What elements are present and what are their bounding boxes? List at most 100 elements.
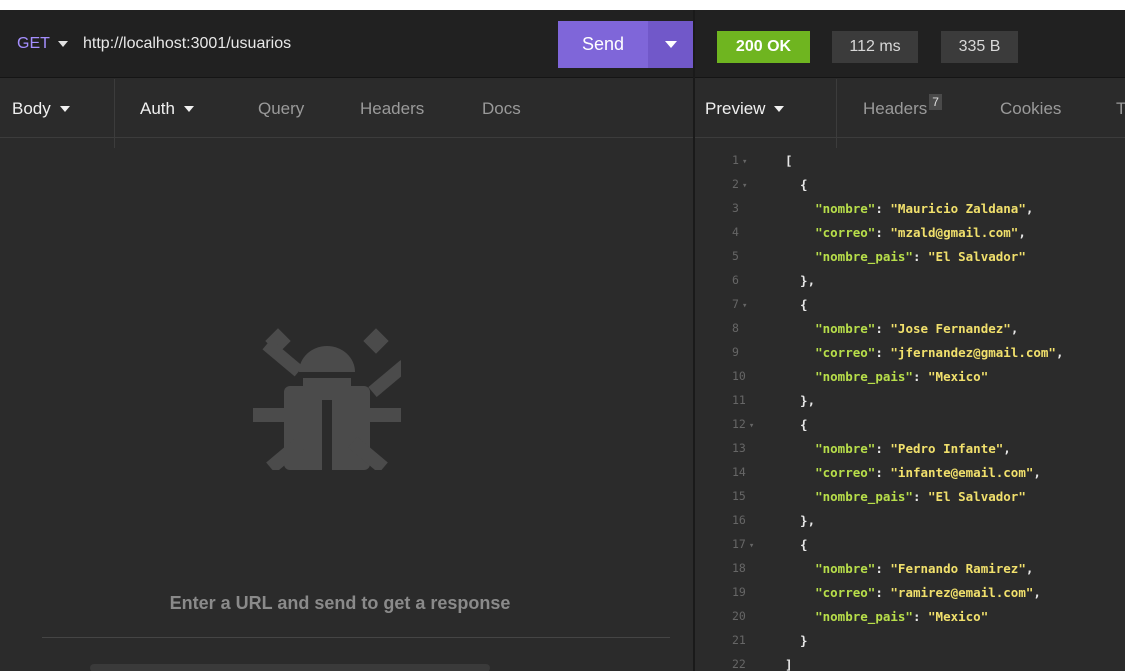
method-dropdown[interactable]: GET xyxy=(17,31,68,57)
line-number: 20 xyxy=(732,609,746,623)
line-number: 3 xyxy=(732,201,739,215)
code-line: 2 ▾ { xyxy=(695,172,1125,196)
line-number: 9 xyxy=(732,345,739,359)
send-button[interactable]: Send xyxy=(558,21,648,68)
fold-toggle-icon[interactable]: ▾ xyxy=(742,157,747,167)
tab-docs[interactable]: Docs xyxy=(482,79,521,138)
bug-icon xyxy=(253,328,401,470)
code-line: 4 "correo": "mzald@gmail.com", xyxy=(695,220,1125,244)
line-number: 5 xyxy=(732,249,739,263)
line-number: 14 xyxy=(732,465,746,479)
line-number: 6 xyxy=(732,273,739,287)
code-line: 14 "correo": "infante@email.com", xyxy=(695,460,1125,484)
tab-query[interactable]: Query xyxy=(258,79,304,138)
tab-preview[interactable]: Preview xyxy=(705,79,785,138)
code-content: "nombre_pais": "Mexico" xyxy=(815,608,989,624)
json-string-value: "Pedro Infante" xyxy=(890,440,1004,456)
line-number: 11 xyxy=(732,393,746,407)
json-key: "nombre" xyxy=(815,200,876,216)
fold-toggle-icon[interactable]: ▾ xyxy=(742,301,747,311)
code-content: }, xyxy=(785,392,816,408)
json-key: "correo" xyxy=(815,224,876,240)
line-number: 18 xyxy=(732,561,746,575)
code-line: 15 "nombre_pais": "El Salvador" xyxy=(695,484,1125,508)
code-content: }, xyxy=(785,272,816,288)
tab-auth[interactable]: Auth xyxy=(140,79,194,138)
code-line: 7 ▾ { xyxy=(695,292,1125,316)
tab-response-headers[interactable]: Headers 7 xyxy=(863,79,942,138)
json-string-value: "El Salvador" xyxy=(928,488,1026,504)
tab-headers-label: Headers xyxy=(863,98,928,118)
code-line: 8 "nombre": "Jose Fernandez", xyxy=(695,316,1125,340)
response-time-badge: 112 ms xyxy=(832,31,918,63)
code-content: "nombre_pais": "El Salvador" xyxy=(815,248,1026,264)
json-string-value: "Mexico" xyxy=(928,608,989,624)
json-key: "nombre_pais" xyxy=(815,248,913,264)
tab-headers[interactable]: Headers xyxy=(360,79,424,138)
code-line: 13 "nombre": "Pedro Infante", xyxy=(695,436,1125,460)
json-key: "correo" xyxy=(815,344,876,360)
code-content: ] xyxy=(785,656,793,671)
caret-down-icon xyxy=(59,105,70,112)
code-content: }, xyxy=(785,512,816,528)
caret-down-icon xyxy=(774,105,785,112)
code-content: } xyxy=(785,632,808,648)
tab-auth-label: Auth xyxy=(140,98,175,118)
code-content: { xyxy=(785,536,808,552)
line-number: 12 ▾ xyxy=(732,417,755,431)
fold-toggle-icon[interactable]: ▾ xyxy=(742,181,747,191)
json-string-value: "jfernandez@gmail.com" xyxy=(890,344,1056,360)
json-key: "nombre_pais" xyxy=(815,608,913,624)
json-string-value: "infante@email.com" xyxy=(890,464,1034,480)
tab-cookies[interactable]: Cookies xyxy=(1000,79,1061,138)
code-content: "nombre": "Pedro Infante", xyxy=(815,440,1011,456)
caret-down-icon xyxy=(57,41,68,47)
code-line: 11 }, xyxy=(695,388,1125,412)
json-key: "nombre_pais" xyxy=(815,488,913,504)
status-badge: 200 OK xyxy=(717,31,810,63)
faded-text-line xyxy=(90,664,490,671)
json-key: "nombre" xyxy=(815,320,876,336)
tab-divider xyxy=(836,79,837,148)
line-number: 8 xyxy=(732,321,739,335)
code-content: "nombre": "Mauricio Zaldana", xyxy=(815,200,1034,216)
send-options-button[interactable] xyxy=(648,21,693,68)
fold-toggle-icon[interactable]: ▾ xyxy=(749,541,754,551)
method-label: GET xyxy=(17,35,50,52)
code-line: 20 "nombre_pais": "Mexico" xyxy=(695,604,1125,628)
response-pane: 200 OK 112 ms 335 B Preview Headers 7 Coo… xyxy=(695,10,1125,671)
code-content: "correo": "infante@email.com", xyxy=(815,464,1041,480)
line-number: 1 ▾ xyxy=(732,153,748,167)
json-key: "nombre" xyxy=(815,560,876,576)
code-content: { xyxy=(785,296,808,312)
line-number: 7 ▾ xyxy=(732,297,748,311)
response-status-bar: 200 OK 112 ms 335 B xyxy=(695,10,1125,78)
code-content: "nombre": "Jose Fernandez", xyxy=(815,320,1019,336)
response-size-badge: 335 B xyxy=(941,31,1018,63)
code-content: [ xyxy=(785,152,793,168)
empty-state-message: Enter a URL and send to get a response xyxy=(169,593,511,613)
tab-preview-label: Preview xyxy=(705,98,766,118)
code-line: 21 } xyxy=(695,628,1125,652)
line-number: 4 xyxy=(732,225,739,239)
line-number: 13 xyxy=(732,441,746,455)
tab-divider xyxy=(114,79,115,148)
tab-timeline[interactable]: T xyxy=(1116,79,1125,138)
caret-down-icon xyxy=(664,41,677,48)
code-content: { xyxy=(785,416,808,432)
json-string-value: "El Salvador" xyxy=(928,248,1026,264)
line-number: 10 xyxy=(732,369,746,383)
line-number: 17 ▾ xyxy=(732,537,755,551)
code-content: "nombre_pais": "El Salvador" xyxy=(815,488,1026,504)
line-number: 19 xyxy=(732,585,746,599)
tab-body[interactable]: Body xyxy=(12,79,70,138)
code-content: { xyxy=(785,176,808,192)
code-content: "nombre": "Fernando Ramirez", xyxy=(815,560,1034,576)
url-input[interactable] xyxy=(83,31,543,57)
code-line: 1 ▾ [ xyxy=(695,148,1125,172)
json-string-value: "mzald@gmail.com" xyxy=(890,224,1019,240)
json-key: "nombre_pais" xyxy=(815,368,913,384)
code-line: 18 "nombre": "Fernando Ramirez", xyxy=(695,556,1125,580)
json-string-value: "Fernando Ramirez" xyxy=(890,560,1026,576)
fold-toggle-icon[interactable]: ▾ xyxy=(749,421,754,431)
